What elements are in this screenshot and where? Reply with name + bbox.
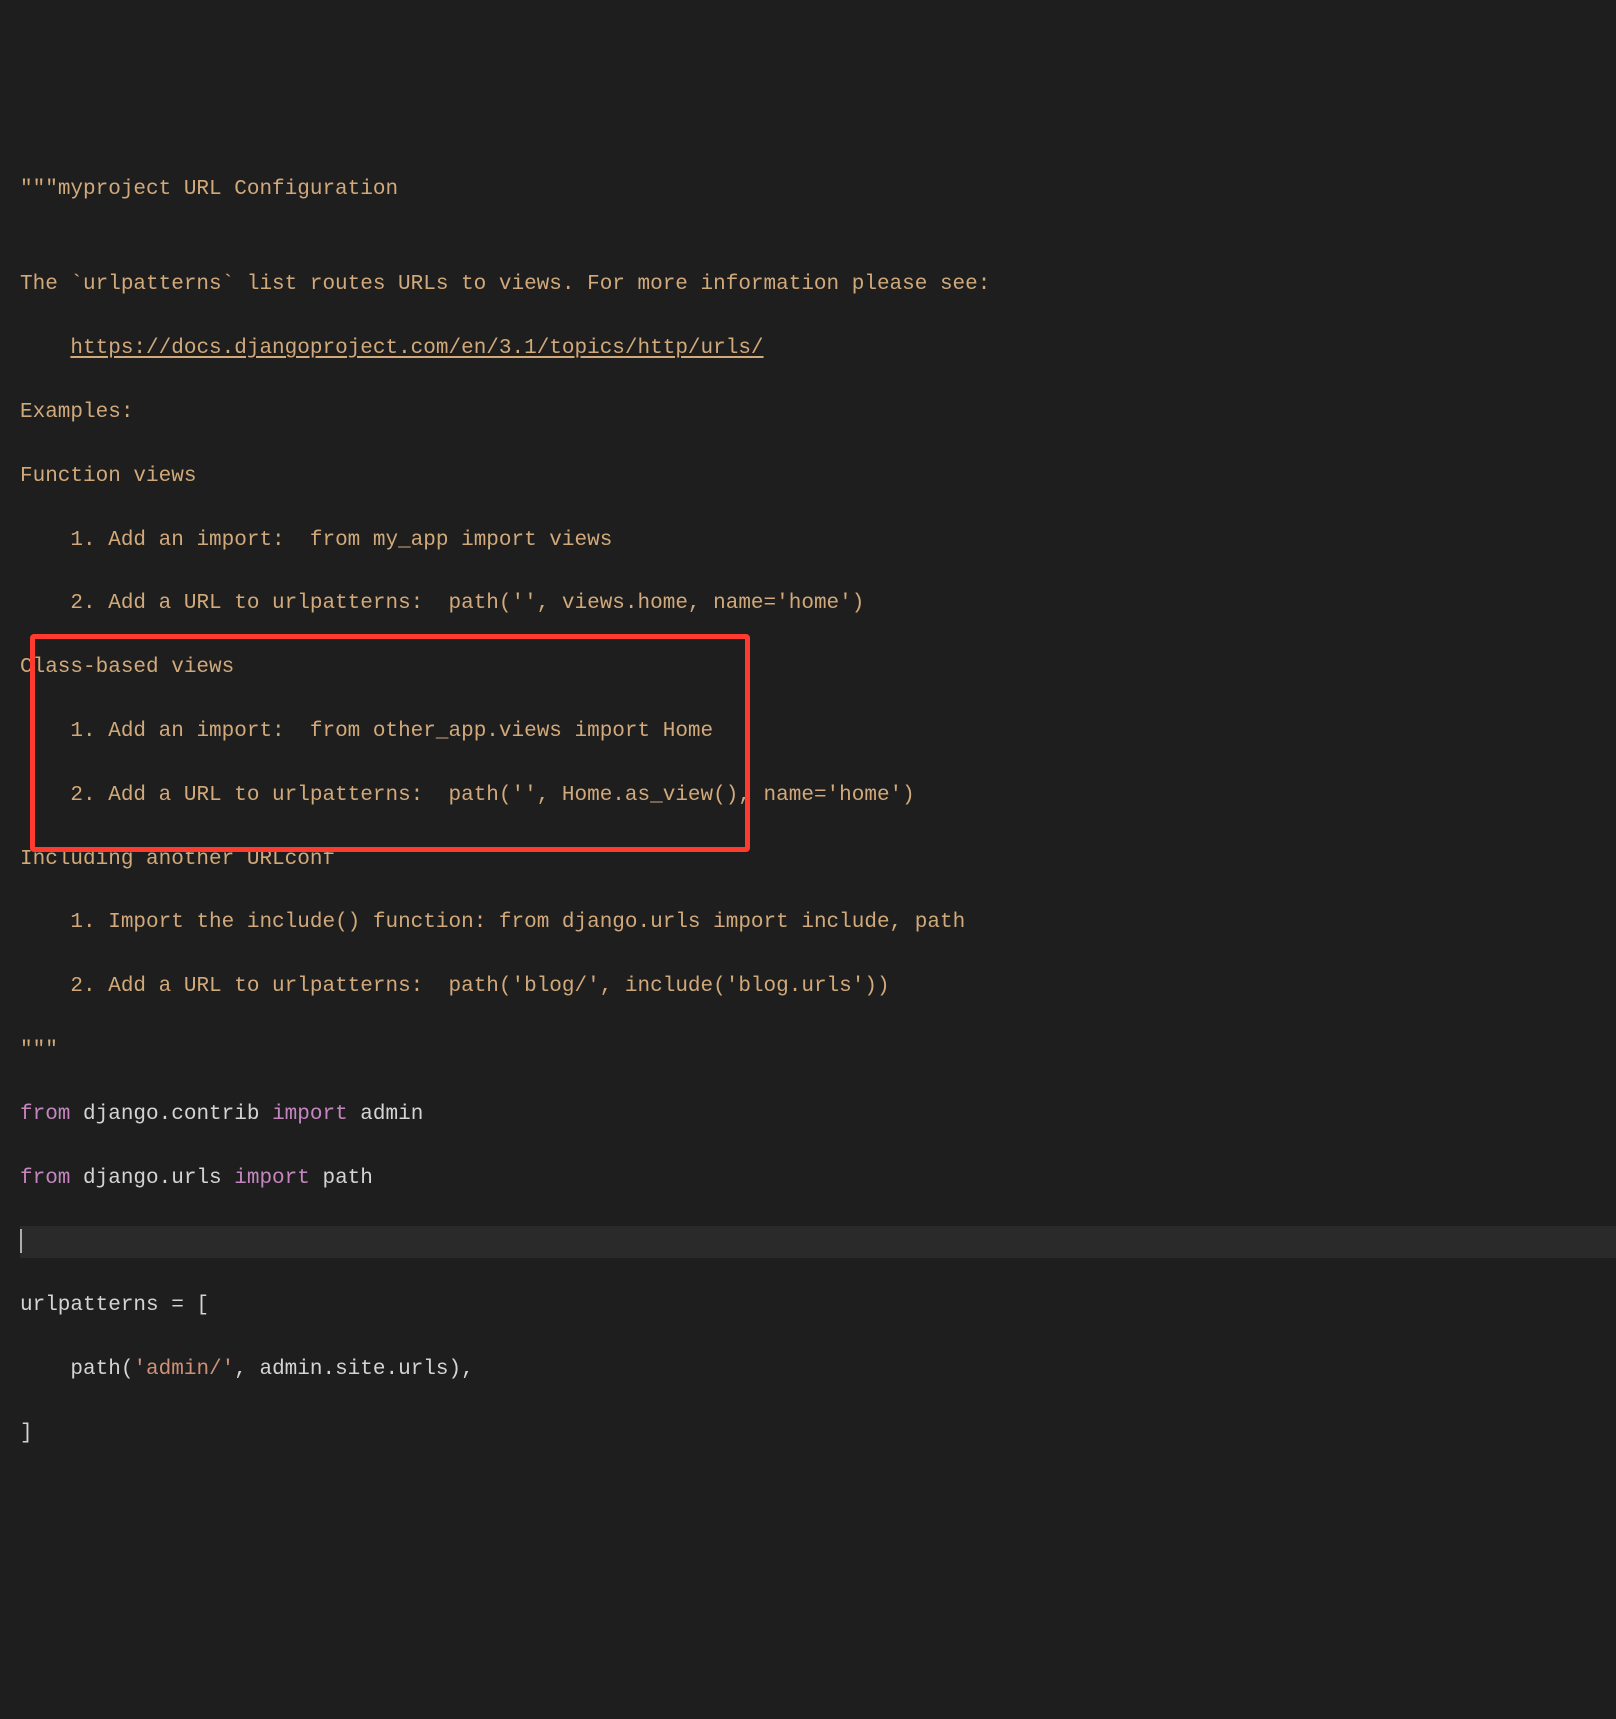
module-path: django.contrib (70, 1103, 272, 1126)
code-text: , admin.site.urls), (234, 1358, 473, 1381)
indent-guide (20, 784, 70, 807)
docstring-text: myproject URL Configuration (58, 178, 398, 201)
code-line[interactable]: Including another URLconf (20, 844, 1616, 876)
code-line[interactable]: Class-based views (20, 652, 1616, 684)
module-path: django.urls (70, 1167, 234, 1190)
code-line[interactable]: 1. Add an import: from other_app.views i… (20, 716, 1616, 748)
indent-guide (20, 1358, 70, 1381)
code-line-active[interactable] (20, 1226, 1616, 1258)
docstring-text: 2. Add a URL to urlpatterns: path('', vi… (70, 592, 864, 615)
code-text: urlpatterns = [ (20, 1294, 209, 1317)
docstring-text: 2. Add a URL to urlpatterns: path('blog/… (70, 975, 889, 998)
code-line[interactable]: https://docs.djangoproject.com/en/3.1/to… (20, 333, 1616, 365)
code-line[interactable]: ] (20, 1418, 1616, 1450)
code-line[interactable]: """ (20, 1035, 1616, 1067)
identifier: admin (348, 1103, 424, 1126)
code-line[interactable]: path('admin/', admin.site.urls), (20, 1354, 1616, 1386)
identifier: path (310, 1167, 373, 1190)
docstring-text: 1. Add an import: from my_app import vie… (70, 529, 612, 552)
keyword-from: from (20, 1167, 70, 1190)
docstring-text: Including another URLconf (20, 848, 335, 871)
func-call: path( (70, 1358, 133, 1381)
code-line[interactable]: 1. Import the include() function: from d… (20, 907, 1616, 939)
code-line[interactable]: 2. Add a URL to urlpatterns: path('blog/… (20, 971, 1616, 1003)
docstring-text: Examples: (20, 401, 133, 424)
code-line[interactable]: Function views (20, 461, 1616, 493)
code-line[interactable]: from django.contrib import admin (20, 1099, 1616, 1131)
code-editor[interactable]: """myproject URL Configuration The `urlp… (20, 142, 1616, 1546)
docstring-text: The `urlpatterns` list routes URLs to vi… (20, 273, 990, 296)
code-line[interactable]: 2. Add a URL to urlpatterns: path('', Ho… (20, 780, 1616, 812)
code-line[interactable]: """myproject URL Configuration (20, 174, 1616, 206)
keyword-from: from (20, 1103, 70, 1126)
code-line[interactable]: The `urlpatterns` list routes URLs to vi… (20, 269, 1616, 301)
code-line[interactable]: 1. Add an import: from my_app import vie… (20, 525, 1616, 557)
docstring-text: Class-based views (20, 656, 234, 679)
code-text: ] (20, 1422, 33, 1445)
docstring-url-link[interactable]: https://docs.djangoproject.com/en/3.1/to… (70, 337, 763, 360)
docstring-text: 1. Add an import: from other_app.views i… (70, 720, 713, 743)
keyword-import: import (234, 1167, 310, 1190)
code-line[interactable]: Examples: (20, 397, 1616, 429)
keyword-import: import (272, 1103, 348, 1126)
code-line[interactable]: from django.urls import path (20, 1163, 1616, 1195)
indent-guide (20, 720, 70, 743)
string-literal: 'admin/' (133, 1358, 234, 1381)
docstring-quote: """ (20, 178, 58, 201)
code-line[interactable]: 2. Add a URL to urlpatterns: path('', vi… (20, 588, 1616, 620)
docstring-text: 1. Import the include() function: from d… (70, 911, 965, 934)
indent-guide (20, 975, 70, 998)
docstring-text: Function views (20, 465, 196, 488)
indent-guide (20, 337, 70, 360)
code-line[interactable]: urlpatterns = [ (20, 1290, 1616, 1322)
indent-guide (20, 592, 70, 615)
docstring-quote: """ (20, 1039, 58, 1062)
docstring-text: 2. Add a URL to urlpatterns: path('', Ho… (70, 784, 914, 807)
indent-guide (20, 911, 70, 934)
indent-guide (20, 529, 70, 552)
text-cursor-icon (20, 1229, 22, 1253)
